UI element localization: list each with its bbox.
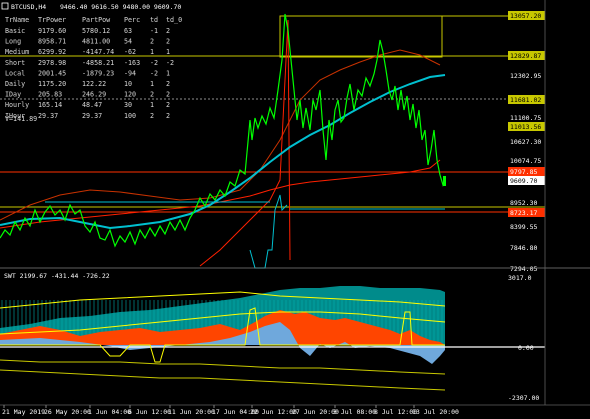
info-table-cell: Medium — [5, 48, 29, 56]
price-tick: 8952.30 — [510, 199, 537, 207]
price-tick: 8723.17 — [510, 209, 537, 217]
indicator-tick: 3017.0 — [508, 274, 532, 282]
time-tick: 27 Jun 20:00 — [292, 408, 339, 416]
time-tick: 22 Jun 12:00 — [250, 408, 297, 416]
volume-footer: V=141.89 — [5, 115, 37, 123]
info-table-cell: Short — [5, 59, 25, 67]
info-table-cell: -163 — [124, 59, 140, 67]
info-table-cell: -2 — [150, 69, 158, 77]
info-table-cell: Basic — [5, 27, 25, 35]
time-tick: 26 May 20:00 — [44, 408, 91, 416]
indicator-tick: 0.00 — [518, 344, 534, 352]
svg-text:TrPower: TrPower — [38, 16, 66, 24]
info-table-cell: 246.29 — [82, 91, 106, 99]
price-tick: 7294.05 — [510, 265, 537, 273]
price-tick: 12829.87 — [510, 52, 541, 60]
time-tick: 21 May 2019 — [2, 408, 45, 416]
info-table-cell: 2 — [150, 112, 154, 120]
info-table-cell: Local — [5, 69, 25, 77]
time-tick: 1 Jun 04:00 — [88, 408, 131, 416]
info-table-cell: 8958.71 — [38, 38, 66, 46]
price-tick: 7846.80 — [510, 244, 537, 252]
info-table-cell: 2 — [150, 38, 154, 46]
ohlc-values: 9466.40 9616.50 9480.00 9609.70 — [60, 3, 181, 11]
info-table-cell: 30 — [124, 101, 132, 109]
info-table-cell: -2 — [166, 59, 174, 67]
info-table-cell: -94 — [124, 69, 136, 77]
info-table-cell: Daily — [5, 80, 25, 88]
info-table-cell: 165.14 — [38, 101, 62, 109]
info-table-cell: 1 — [150, 80, 154, 88]
info-table-cell: 1 — [150, 48, 154, 56]
info-table-cell: 2978.98 — [38, 59, 66, 67]
info-table-cell: 63 — [124, 27, 132, 35]
info-table-cell: 2 — [166, 80, 170, 88]
price-tick: 10627.30 — [510, 138, 541, 146]
info-table-cell: -1879.23 — [82, 69, 114, 77]
band-lower-2 — [0, 359, 446, 375]
info-table-cell: 6299.92 — [38, 48, 66, 56]
svg-text:Perc: Perc — [124, 16, 140, 24]
price-tick: 11013.56 — [510, 123, 541, 131]
info-table-cell: 1 — [150, 101, 154, 109]
svg-text:PartPow: PartPow — [82, 16, 111, 24]
info-table-cell: 2 — [166, 112, 170, 120]
info-table-cell: 120 — [124, 91, 136, 99]
info-table-cell: 2 — [166, 27, 170, 35]
info-table-cell: 2001.45 — [38, 69, 66, 77]
symbol-timeframe: BTCUSD,H4 — [11, 3, 46, 11]
info-table-cell: 2 — [166, 91, 170, 99]
band-lower — [0, 369, 446, 391]
info-table-cell: 2 — [166, 38, 170, 46]
info-table-cell: IDay — [5, 91, 21, 99]
info-table-cell: 29.37 — [82, 112, 102, 120]
indicator-tick: -2307.00 — [508, 394, 539, 402]
time-tick: 11 Jun 20:00 — [168, 408, 215, 416]
info-table-cell: 29.37 — [38, 112, 58, 120]
info-table-cell: 1 — [166, 48, 170, 56]
info-table-cell: Long — [5, 38, 21, 46]
last-candle — [443, 176, 446, 186]
price-tick: 9797.85 — [510, 168, 537, 176]
time-tick: 8 Jul 12:00 — [374, 408, 417, 416]
info-table-cell: 100 — [124, 112, 136, 120]
info-table-cell: -4858.21 — [82, 59, 114, 67]
svg-text:td_0: td_0 — [166, 16, 182, 24]
info-table-cell: 48.47 — [82, 101, 102, 109]
info-table-cell: Hourly — [5, 101, 29, 109]
price-tick: 9609.70 — [510, 177, 537, 185]
svg-text:td: td — [150, 16, 158, 24]
info-table-cell: -62 — [124, 48, 136, 56]
price-tick: 10074.75 — [510, 157, 541, 165]
price-tick: 8399.55 — [510, 223, 537, 231]
info-table-cell: 5780.12 — [82, 27, 110, 35]
time-tick: 6 Jun 12:00 — [128, 408, 171, 416]
indicator-label: SWT 2199.67 -431.44 -726.22 — [4, 272, 110, 280]
price-tick: 11100.75 — [510, 114, 541, 122]
time-tick: 3 Jul 08:00 — [333, 408, 376, 416]
price-tick: 11681.02 — [510, 96, 541, 104]
indicator-panel[interactable]: SWT 2199.67 -431.44 -726.22 3017.0 0.00 … — [0, 267, 590, 402]
info-table-cell: 2 — [166, 101, 170, 109]
price-tick: 13057.20 — [510, 12, 541, 20]
info-table-cell: 1 — [166, 69, 170, 77]
info-table-cell: 205.83 — [38, 91, 62, 99]
info-table-cell: 122.22 — [82, 80, 106, 88]
info-table-cell: 1175.20 — [38, 80, 66, 88]
time-tick: 13 Jul 20:00 — [412, 408, 459, 416]
info-table-cell: 10 — [124, 80, 132, 88]
svg-text:TrName: TrName — [5, 16, 29, 24]
time-axis: 21 May 201926 May 20:001 Jun 04:006 Jun … — [2, 405, 459, 416]
info-table-cell: -4147.74 — [82, 48, 114, 56]
info-table-cell: 54 — [124, 38, 132, 46]
info-table-cell: -2 — [150, 59, 158, 67]
info-table-cell: 2 — [150, 91, 154, 99]
trading-chart[interactable]: 13057.20 12829.87 12302.95 11681.02 1110… — [0, 0, 590, 419]
price-tick: 12302.95 — [510, 72, 541, 80]
info-table-cell: 9179.60 — [38, 27, 66, 35]
info-table-cell: 4811.00 — [82, 38, 110, 46]
chart-header: BTCUSD,H4 9466.40 9616.50 9480.00 9609.7… — [1, 2, 181, 11]
info-table-cell: -1 — [150, 27, 158, 35]
